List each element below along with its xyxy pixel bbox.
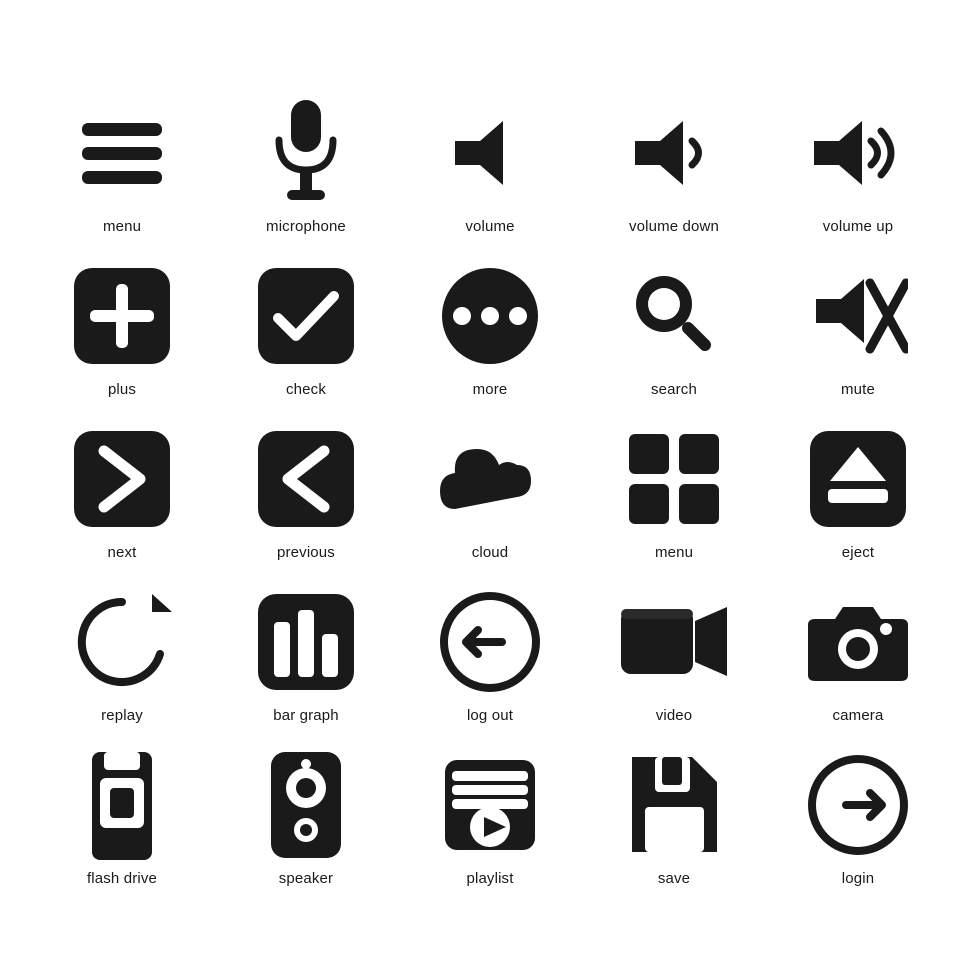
previous-icon bbox=[251, 424, 361, 534]
volume-down-icon bbox=[619, 98, 729, 208]
video-icon bbox=[619, 587, 729, 697]
save-cell: save bbox=[582, 740, 766, 893]
speaker-cell: speaker bbox=[214, 740, 398, 893]
check-label: check bbox=[286, 381, 326, 398]
volume-label: volume bbox=[465, 218, 514, 235]
login-icon bbox=[803, 750, 913, 860]
flash-drive-icon bbox=[67, 750, 177, 860]
search-icon bbox=[619, 261, 729, 371]
volume-down-cell: volume down bbox=[582, 88, 766, 241]
bar-graph-cell: bar graph bbox=[214, 577, 398, 730]
mute-label: mute bbox=[841, 381, 875, 398]
check-icon bbox=[251, 261, 361, 371]
volume-up-icon bbox=[803, 98, 913, 208]
volume-up-label: volume up bbox=[823, 218, 894, 235]
log-out-cell: log out bbox=[398, 577, 582, 730]
camera-icon bbox=[803, 587, 913, 697]
menu-label: menu bbox=[103, 218, 141, 235]
bar-graph-icon bbox=[251, 587, 361, 697]
next-icon bbox=[67, 424, 177, 534]
save-icon bbox=[619, 750, 729, 860]
microphone-label: microphone bbox=[266, 218, 346, 235]
camera-cell: camera bbox=[766, 577, 950, 730]
plus-label: plus bbox=[108, 381, 136, 398]
search-label: search bbox=[651, 381, 697, 398]
volume-icon bbox=[435, 98, 545, 208]
save-label: save bbox=[658, 870, 690, 887]
replay-label: replay bbox=[101, 707, 143, 724]
eject-icon bbox=[803, 424, 913, 534]
check-cell: check bbox=[214, 251, 398, 404]
more-icon bbox=[435, 261, 545, 371]
menu-icon bbox=[67, 98, 177, 208]
more-cell: more bbox=[398, 251, 582, 404]
cloud-label: cloud bbox=[472, 544, 509, 561]
camera-label: camera bbox=[833, 707, 884, 724]
menu-cell: menu bbox=[30, 88, 214, 241]
volume-up-cell: volume up bbox=[766, 88, 950, 241]
playlist-cell: playlist bbox=[398, 740, 582, 893]
login-label: login bbox=[842, 870, 874, 887]
flash-drive-cell: flash drive bbox=[30, 740, 214, 893]
eject-cell: eject bbox=[766, 414, 950, 567]
speaker-icon bbox=[251, 750, 361, 860]
replay-cell: replay bbox=[30, 577, 214, 730]
eject-label: eject bbox=[842, 544, 874, 561]
playlist-label: playlist bbox=[466, 870, 513, 887]
next-label: next bbox=[108, 544, 137, 561]
microphone-icon bbox=[251, 98, 361, 208]
menu-grid-cell: menu bbox=[582, 414, 766, 567]
microphone-cell: microphone bbox=[214, 88, 398, 241]
replay-icon bbox=[67, 587, 177, 697]
playlist-icon bbox=[435, 750, 545, 860]
more-label: more bbox=[473, 381, 508, 398]
log-out-label: log out bbox=[467, 707, 513, 724]
menu-grid-label: menu bbox=[655, 544, 693, 561]
cloud-icon bbox=[435, 424, 545, 534]
previous-cell: previous bbox=[214, 414, 398, 567]
mute-icon bbox=[803, 261, 913, 371]
video-cell: video bbox=[582, 577, 766, 730]
previous-label: previous bbox=[277, 544, 335, 561]
bar-graph-label: bar graph bbox=[273, 707, 339, 724]
menu-grid-icon bbox=[619, 424, 729, 534]
video-label: video bbox=[656, 707, 693, 724]
flash-drive-label: flash drive bbox=[87, 870, 157, 887]
speaker-label: speaker bbox=[279, 870, 333, 887]
plus-icon bbox=[67, 261, 177, 371]
mute-cell: mute bbox=[766, 251, 950, 404]
next-cell: next bbox=[30, 414, 214, 567]
plus-cell: plus bbox=[30, 251, 214, 404]
cloud-cell: cloud bbox=[398, 414, 582, 567]
volume-down-label: volume down bbox=[629, 218, 719, 235]
log-out-icon bbox=[435, 587, 545, 697]
search-cell: search bbox=[582, 251, 766, 404]
login-cell: login bbox=[766, 740, 950, 893]
volume-cell: volume bbox=[398, 88, 582, 241]
icon-grid: menu microphone volume bbox=[30, 88, 950, 893]
